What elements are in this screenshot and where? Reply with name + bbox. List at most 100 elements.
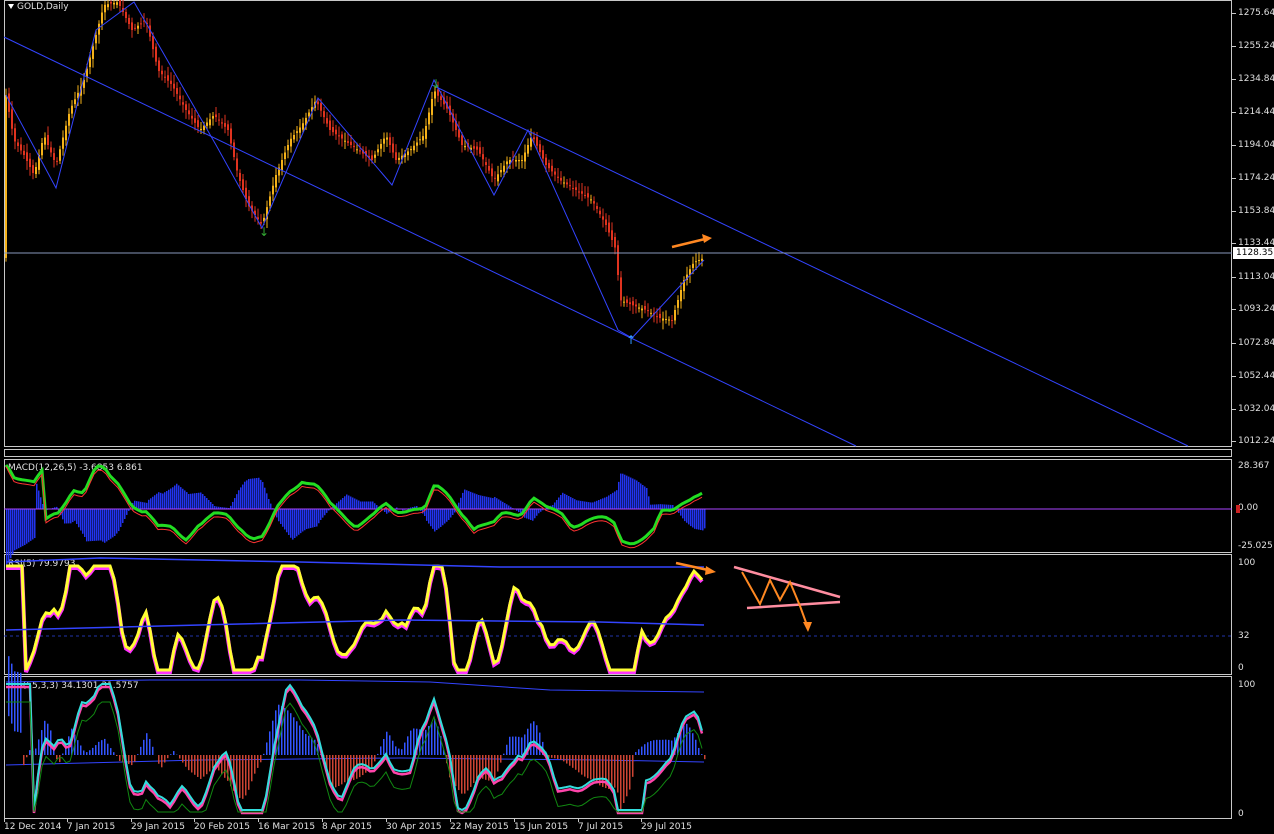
candle-body: [593, 201, 595, 204]
macd-histogram-bar: [102, 509, 104, 542]
macd-histogram-bar: [176, 483, 178, 509]
candle-body: [476, 146, 478, 150]
macd-histogram-bar: [654, 504, 656, 509]
candle-body: [275, 175, 277, 188]
sto-histogram-bar: [149, 738, 151, 755]
macd-histogram-bar: [530, 509, 532, 520]
sto-histogram-bar: [158, 755, 160, 764]
macd-histogram-bar: [426, 509, 428, 521]
macd-histogram-bar: [342, 498, 344, 509]
sto-histogram-bar: [194, 755, 196, 775]
macd-histogram-bar: [88, 509, 90, 542]
macd-histogram-bar: [440, 509, 442, 527]
macd-histogram-bar: [308, 509, 310, 529]
macd-histogram-bar: [370, 501, 372, 509]
sto-histogram-bar: [623, 755, 625, 804]
macd-histogram-bar: [76, 509, 78, 524]
candle-body: [26, 152, 28, 161]
macd-histogram-bar: [578, 500, 580, 509]
candle-body: [341, 134, 343, 139]
candle-body: [110, 2, 112, 4]
macd-histogram-bar: [256, 478, 258, 509]
sto-histogram-bar: [521, 737, 523, 755]
macd-histogram-bar: [630, 477, 632, 509]
candle-body: [560, 177, 562, 181]
candle-body: [359, 150, 361, 152]
sto-histogram-bar: [173, 751, 175, 755]
macd-histogram-bar: [538, 509, 540, 514]
macd-histogram-bar: [492, 498, 494, 509]
candle-body: [62, 137, 64, 149]
sto-histogram-bar: [698, 747, 700, 755]
macd-histogram-bar: [570, 497, 572, 509]
candle-body: [71, 105, 73, 114]
macd-histogram-bar: [104, 509, 106, 543]
macd-histogram-bar: [28, 509, 30, 543]
candle-body: [221, 122, 223, 124]
sto-histogram-bar: [263, 753, 265, 755]
candle-body: [461, 135, 463, 145]
macd-histogram-bar: [628, 476, 630, 509]
sto-histogram-bar: [557, 755, 559, 759]
macd-histogram-bar: [634, 479, 636, 509]
macd-histogram-bar: [466, 490, 468, 509]
macd-histogram-bar: [154, 495, 156, 509]
macd-histogram-bar: [586, 501, 588, 509]
candle-body: [56, 160, 58, 162]
macd-histogram-bar: [364, 501, 366, 509]
candle-body: [599, 210, 601, 215]
sto-histogram-bar: [131, 755, 133, 766]
sto-histogram-bar: [140, 746, 142, 755]
macd-histogram-bar: [198, 492, 200, 509]
candle-body: [662, 318, 664, 321]
candle-body: [635, 304, 637, 307]
candle-body: [317, 101, 319, 105]
macd-histogram-bar: [484, 496, 486, 509]
sto-histogram-bar: [260, 755, 262, 763]
macd-histogram-bar: [500, 500, 502, 509]
macd-histogram-bar: [590, 502, 592, 509]
candle-body: [623, 301, 625, 303]
macd-histogram-bar: [288, 509, 290, 535]
macd-histogram-bar: [212, 504, 214, 509]
sto-histogram-bar: [632, 755, 634, 777]
sto-histogram-bar: [629, 755, 631, 790]
macd-histogram-bar: [100, 509, 102, 541]
macd-histogram-bar: [476, 494, 478, 509]
sto-histogram-bar: [203, 755, 205, 777]
candle-body: [548, 163, 550, 169]
sto-histogram-bar: [113, 752, 115, 755]
macd-histogram-bar: [324, 509, 326, 516]
macd-histogram-bar: [302, 509, 304, 532]
macd-histogram-bar: [576, 500, 578, 509]
candle-body: [35, 167, 37, 175]
candle-body: [566, 182, 568, 185]
macd-histogram-bar: [326, 509, 328, 513]
candle-body: [128, 17, 130, 24]
candle-body: [488, 165, 490, 171]
macd-histogram-bar: [210, 502, 212, 509]
macd-histogram-bar: [452, 509, 454, 515]
chart-canvas[interactable]: ↓ ↓ ↑: [0, 0, 1274, 834]
macd-histogram-bar: [270, 503, 272, 509]
sto-histogram-bar: [512, 736, 514, 755]
candle-body: [581, 191, 583, 194]
macd-histogram-bar: [486, 496, 488, 509]
candle-body: [440, 96, 442, 100]
macd-histogram-bar: [640, 483, 642, 509]
macd-histogram-bar: [42, 504, 44, 509]
sto-histogram-bar: [704, 755, 706, 760]
sto-histogram-bar: [503, 753, 505, 755]
candle-body: [227, 124, 229, 130]
macd-histogram-bar: [534, 509, 536, 519]
candle-body: [524, 152, 526, 162]
macd-histogram-bar: [116, 509, 118, 534]
sto-histogram-bar: [119, 755, 121, 761]
macd-histogram-bar: [374, 503, 376, 509]
candle-body: [665, 319, 667, 320]
macd-histogram-bar: [8, 509, 10, 563]
sto-histogram-bar: [470, 755, 472, 787]
sto-histogram-bar: [89, 750, 91, 755]
macd-histogram-bar: [184, 490, 186, 509]
sto-histogram-bar: [386, 731, 388, 755]
